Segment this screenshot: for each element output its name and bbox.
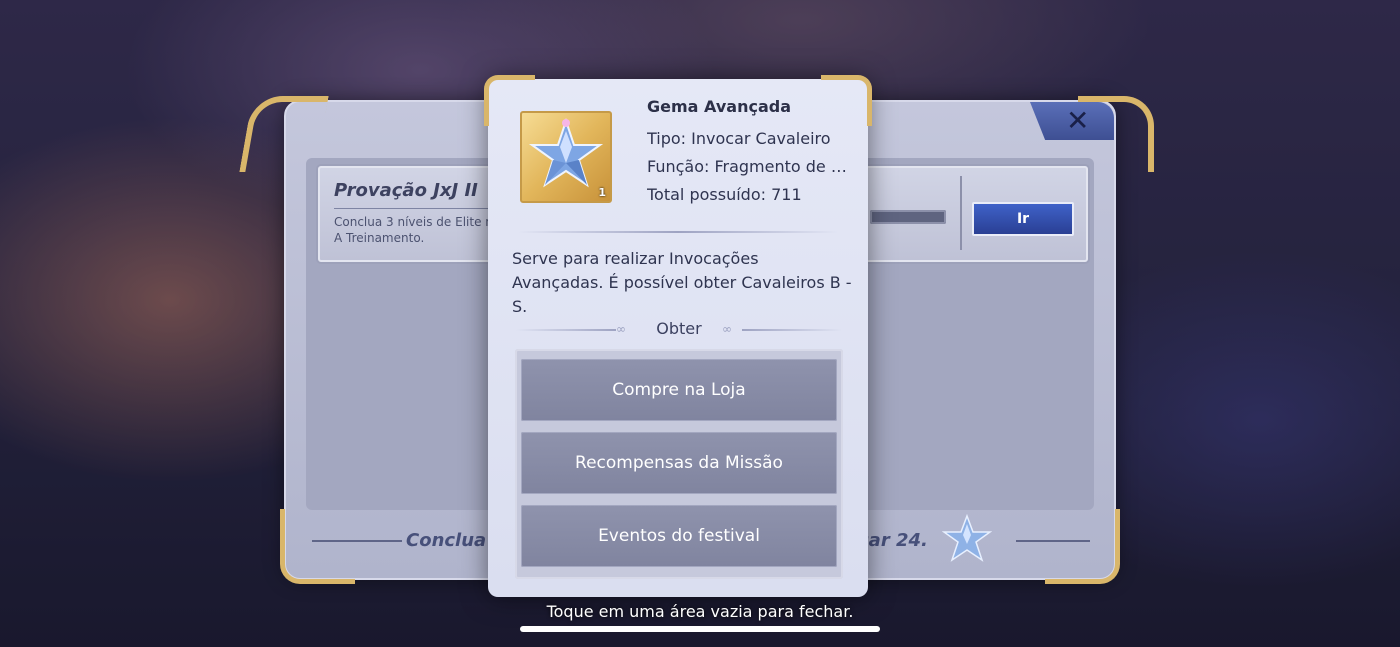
source-festival-events-button[interactable]: Eventos do festival <box>521 505 837 567</box>
item-type: Tipo: Invocar Cavaleiro <box>647 129 831 148</box>
item-description: Serve para realizar Invocações Avançadas… <box>512 249 852 316</box>
item-quantity: 1 <box>598 186 606 199</box>
close-icon: ✕ <box>1066 104 1090 137</box>
gold-corner-ornament <box>1045 509 1120 584</box>
gold-corner-ornament <box>821 75 872 126</box>
go-button[interactable]: Ir <box>972 202 1074 236</box>
mission-progress-bar <box>870 210 946 224</box>
obtain-ornament-right <box>742 329 842 331</box>
source-shop-button[interactable]: Compre na Loja <box>521 359 837 421</box>
crystal-star-icon <box>528 117 604 188</box>
footer-text-continued: çar 24. <box>858 530 928 551</box>
item-owned-total: Total possuído: 711 <box>647 185 802 204</box>
item-name: Gema Avançada <box>647 97 791 116</box>
item-function: Função: Fragmento de Cav... <box>647 157 857 176</box>
close-button[interactable]: ✕ <box>1030 102 1114 140</box>
home-indicator[interactable] <box>520 626 880 632</box>
title-divider <box>334 208 504 209</box>
obtain-ornament-right: ∞ <box>722 322 732 336</box>
item-icon-frame: 1 <box>520 111 612 203</box>
obtain-sources-list: Compre na Loja Recompensas da Missão Eve… <box>515 349 843 579</box>
footer-ornament-left <box>312 540 402 542</box>
crystal-star-icon <box>942 514 992 562</box>
mission-title: Provação JxJ II <box>334 180 478 201</box>
mission-description: Conclua 3 níveis de Elite na A Treinamen… <box>334 215 501 245</box>
obtain-header: ∞ Obter ∞ <box>516 319 842 343</box>
section-divider <box>518 231 838 233</box>
footer-ornament-right <box>1016 540 1090 542</box>
gold-corner-ornament <box>280 509 355 584</box>
item-info-popup: 1 Gema Avançada Tipo: Invocar Cavaleiro … <box>484 75 872 597</box>
close-hint: Toque em uma área vazia para fechar. <box>546 602 854 621</box>
card-divider <box>960 176 962 250</box>
source-mission-rewards-button[interactable]: Recompensas da Missão <box>521 432 837 494</box>
